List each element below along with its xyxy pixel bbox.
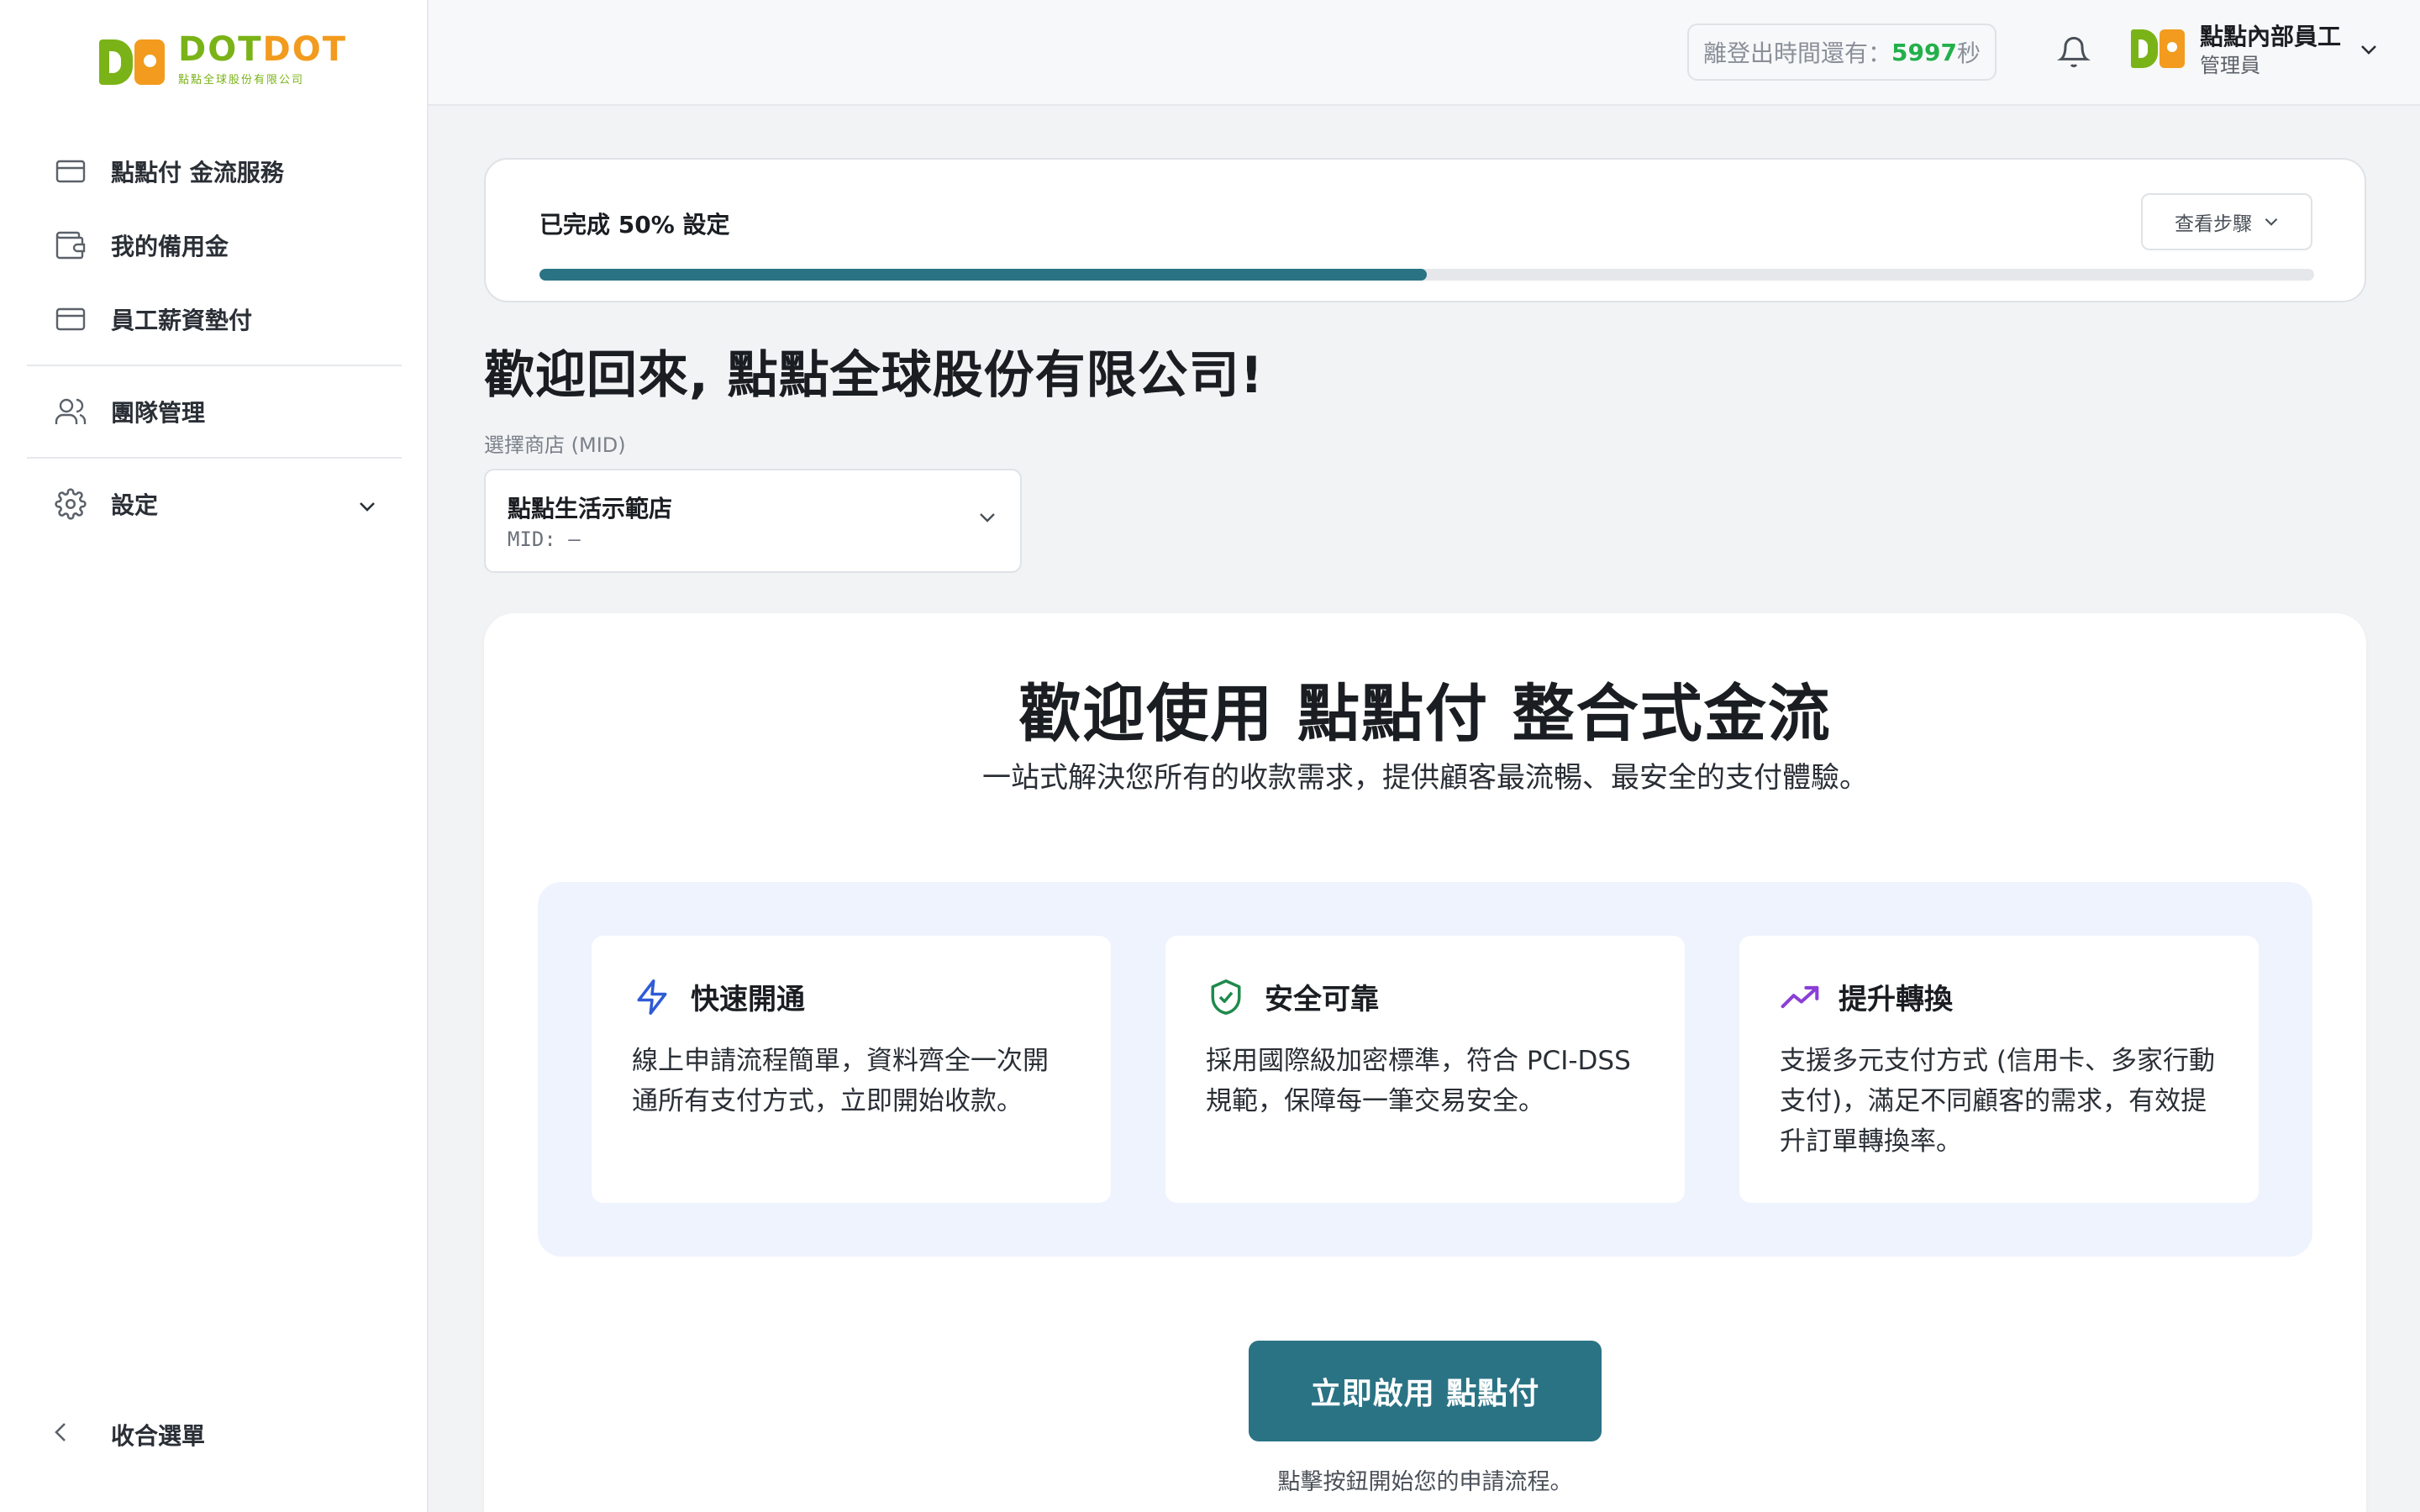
feature-card-fast: 快速開通 線上申請流程簡單，資料齊全一次開通所有支付方式，立即開始收款。 (592, 936, 1111, 1203)
progress-title: 已完成 50% 設定 (539, 211, 730, 239)
sidebar-item-label: 我的備用金 (111, 233, 229, 260)
lightning-icon (632, 977, 672, 1017)
session-timer: 離登出時間還有： 5997 秒 (1687, 24, 1996, 81)
wallet-icon (54, 228, 87, 262)
gear-icon (54, 487, 87, 521)
sidebar-nav: 點點付 金流服務 我的備用金 員工薪資墊付 團隊管理 設定 (27, 134, 402, 541)
feature-card-secure: 安全可靠 採用國際級加密標準，符合 PCI-DSS 規範，保障每一筆交易安全。 (1165, 936, 1685, 1203)
cta-hint: 點擊按鈕開始您的申請流程。 (1277, 1469, 1573, 1495)
sidebar-item-team[interactable]: 團隊管理 (27, 375, 402, 449)
setup-progress-card: 已完成 50% 設定 查看步驟 (484, 158, 2366, 302)
shield-check-icon (1206, 977, 1246, 1017)
view-steps-label: 查看步驟 (2175, 213, 2252, 235)
sidebar-item-label: 團隊管理 (111, 399, 206, 427)
feature-card-conversion: 提升轉換 支援多元支付方式 (信用卡、多家行動支付)，滿足不同顧客的需求，有效提… (1739, 936, 2259, 1203)
user-menu[interactable]: 點點內部員工 管理員 (2131, 22, 2378, 79)
chevron-down-icon (978, 511, 997, 527)
feature-panel: 快速開通 線上申請流程簡單，資料齊全一次開通所有支付方式，立即開始收款。 安全可… (538, 882, 2312, 1257)
store-name: 點點生活示範店 (508, 495, 673, 522)
feature-description: 支援多元支付方式 (信用卡、多家行動支付)，滿足不同顧客的需求，有效提升訂單轉換… (1780, 1046, 2215, 1157)
timer-suffix: 秒 (1956, 39, 1981, 67)
avatar (2131, 29, 2185, 71)
view-steps-button[interactable]: 查看步驟 (2141, 193, 2312, 250)
store-select-label: 選擇商店 (MID) (484, 433, 626, 457)
store-mid: MID: — (508, 528, 581, 551)
chevron-down-icon (2360, 43, 2378, 59)
hero-title: 歡迎使用 點點付 整合式金流 (1018, 678, 1832, 750)
collapse-menu-button[interactable]: 收合選單 (54, 1418, 205, 1452)
progress-bar-fill (539, 269, 1427, 281)
feature-description: 採用國際級加密標準，符合 PCI-DSS 規範，保障每一筆交易安全。 (1206, 1046, 1631, 1116)
logo-name: DOTDOT (178, 30, 347, 69)
sidebar-item-label: 點點付 金流服務 (111, 159, 284, 186)
sidebar-item-settings[interactable]: 設定 (27, 467, 402, 541)
sidebar-item-payment-service[interactable]: 點點付 金流服務 (27, 134, 402, 208)
onboarding-card: 歡迎使用 點點付 整合式金流 一站式解決您所有的收款需求，提供顧客最流暢、最安全… (484, 613, 2366, 1512)
feature-title: 提升轉換 (1839, 983, 1953, 1016)
feature-title: 安全可靠 (1265, 983, 1379, 1016)
users-icon (54, 395, 87, 428)
welcome-title: 歡迎回來, 點點全球股份有限公司! (484, 346, 1265, 405)
sidebar-item-label: 設定 (111, 491, 159, 519)
hero-subtitle: 一站式解決您所有的收款需求，提供顧客最流暢、最安全的支付體驗。 (982, 761, 1868, 795)
brand-logo[interactable]: DOTDOT 點點全球股份有限公司 (99, 32, 347, 87)
feature-description: 線上申請流程簡單，資料齊全一次開通所有支付方式，立即開始收款。 (632, 1046, 1049, 1116)
user-role: 管理員 (2200, 54, 2260, 77)
sidebar-item-label: 員工薪資墊付 (111, 307, 253, 334)
credit-card-icon (54, 155, 87, 188)
activate-payment-button[interactable]: 立即啟用 點點付 (1249, 1341, 1602, 1441)
progress-bar (539, 269, 2314, 281)
chevron-down-icon (358, 491, 376, 518)
timer-prefix: 離登出時間還有： (1703, 39, 1892, 67)
trending-up-icon (1780, 977, 1820, 1017)
nav-divider (27, 365, 402, 366)
sidebar-item-reserve-fund[interactable]: 我的備用金 (27, 208, 402, 282)
top-bar: 離登出時間還有： 5997 秒 點點內部員工 管理員 (429, 0, 2420, 106)
sidebar-item-salary-advance[interactable]: 員工薪資墊付 (27, 282, 402, 356)
nav-divider (27, 457, 402, 459)
logo-subtitle: 點點全球股份有限公司 (178, 74, 305, 87)
notification-button[interactable] (2050, 30, 2097, 77)
sidebar: DOTDOT 點點全球股份有限公司 點點付 金流服務 我的備用金 員工薪資墊付 (0, 0, 429, 1512)
credit-card-icon (54, 302, 87, 336)
chevron-down-icon (2265, 218, 2278, 226)
chevron-left-icon (54, 1421, 87, 1449)
feature-title: 快速開通 (691, 983, 805, 1016)
store-select[interactable]: 點點生活示範店 MID: — (484, 469, 1022, 573)
logo-mark (99, 34, 165, 85)
collapse-menu-label: 收合選單 (111, 1422, 206, 1450)
user-name: 點點內部員工 (2200, 23, 2342, 50)
bell-icon (2057, 34, 2091, 74)
timer-value: 5997 (1891, 38, 1957, 66)
